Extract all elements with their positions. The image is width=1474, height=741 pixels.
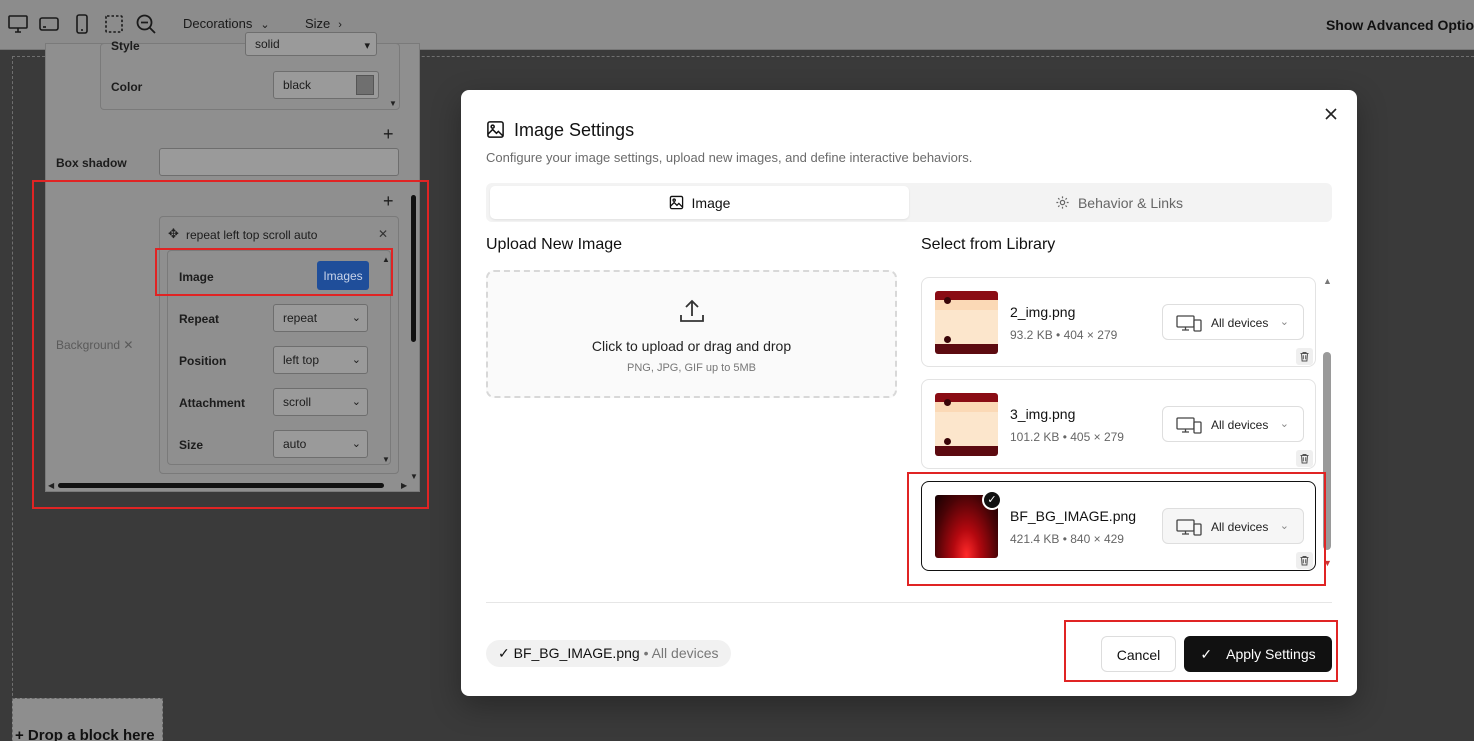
size-label: Size (305, 16, 331, 31)
device-select-value: All devices (1211, 418, 1269, 432)
drop-block-zone[interactable]: + Drop a block here (12, 698, 163, 741)
chevron-down-icon: ⌄ (1279, 418, 1289, 430)
style-label: Style (111, 39, 140, 53)
image-icon (487, 121, 504, 138)
selected-image-devices: • All devices (643, 645, 719, 661)
color-value: black (283, 78, 312, 92)
scroll-down-arrow-icon[interactable]: ▼ (389, 99, 397, 108)
chevron-right-icon: › (338, 19, 342, 31)
chevron-down-icon: ▾ (364, 40, 370, 52)
show-advanced-options-button[interactable]: Show Advanced Optio (1326, 17, 1474, 33)
size-menu[interactable]: Size › (305, 16, 342, 31)
file-name: 2_img.png (1010, 304, 1076, 320)
tab-image-label: Image (691, 195, 731, 211)
upload-dropzone[interactable]: Click to upload or drag and drop PNG, JP… (486, 270, 897, 398)
dialog-description: Configure your image settings, upload ne… (486, 150, 973, 165)
chevron-down-icon: ⌄ (260, 19, 270, 31)
color-label: Color (111, 80, 143, 94)
footer-divider (486, 602, 1332, 603)
image-thumbnail (935, 393, 998, 456)
zoom-out-icon[interactable] (135, 13, 157, 35)
tab-behavior-links[interactable]: Behavior & Links (909, 186, 1329, 219)
highlight-background-section (32, 180, 429, 509)
mobile-view-icon[interactable] (71, 13, 93, 35)
border-style-select[interactable]: solid ▾ (245, 32, 377, 56)
upload-main-text: Click to upload or drag and drop (591, 338, 792, 354)
highlight-apply-buttons (1064, 620, 1338, 682)
device-select[interactable]: All devices ⌄ (1162, 304, 1304, 340)
image-thumbnail (935, 291, 998, 354)
color-swatch[interactable] (356, 75, 374, 95)
check-icon: ✓ (498, 645, 510, 661)
file-name: 3_img.png (1010, 406, 1076, 422)
devices-icon (1176, 417, 1202, 434)
select-area-icon[interactable] (103, 13, 125, 35)
chevron-down-icon: ⌄ (1279, 316, 1289, 328)
library-heading: Select from Library (921, 236, 1056, 253)
highlight-image-row (155, 248, 393, 296)
upload-sub-text: PNG, JPG, GIF up to 5MB (627, 362, 756, 374)
tab-image[interactable]: Image (490, 186, 909, 219)
close-icon[interactable] (1323, 106, 1339, 122)
devices-icon (1176, 315, 1202, 332)
gear-icon (1056, 196, 1069, 209)
selected-image-chip: ✓ BF_BG_IMAGE.png • All devices (486, 640, 731, 667)
drop-block-label: + Drop a block here (15, 727, 155, 741)
highlight-selected-image (907, 472, 1326, 586)
decorations-dropdown[interactable]: Decorations ⌄ (183, 16, 270, 31)
image-settings-dialog: Image Settings Configure your image sett… (461, 90, 1357, 696)
trash-icon[interactable] (1296, 348, 1313, 365)
color-input[interactable]: black (273, 71, 379, 99)
scroll-up-arrow-icon[interactable]: ▲ (1323, 276, 1332, 286)
file-meta: 93.2 KB • 404 × 279 (1010, 328, 1118, 342)
box-shadow-label: Box shadow (56, 156, 127, 170)
dialog-title: Image Settings (514, 120, 635, 140)
upload-icon (680, 299, 704, 322)
box-shadow-input[interactable] (159, 148, 399, 176)
decorations-label: Decorations (183, 16, 253, 31)
device-select[interactable]: All devices ⌄ (1162, 406, 1304, 442)
tablet-landscape-icon[interactable] (38, 13, 60, 35)
add-box-shadow-icon[interactable]: + (383, 124, 394, 145)
tab-behavior-links-label: Behavior & Links (1077, 195, 1184, 211)
settings-tabs: Image Behavior & Links (486, 183, 1332, 222)
device-select-value: All devices (1211, 316, 1269, 330)
selected-image-name: BF_BG_IMAGE.png (513, 645, 640, 661)
library-item[interactable]: 2_img.png 93.2 KB • 404 × 279 All device… (921, 277, 1316, 367)
library-item[interactable]: 3_img.png 101.2 KB • 405 × 279 All devic… (921, 379, 1316, 469)
upload-heading: Upload New Image (486, 236, 623, 253)
trash-icon[interactable] (1296, 450, 1313, 467)
image-icon (669, 195, 683, 210)
border-style-value: solid (255, 37, 280, 51)
desktop-view-icon[interactable] (7, 13, 29, 35)
file-meta: 101.2 KB • 405 × 279 (1010, 430, 1124, 444)
